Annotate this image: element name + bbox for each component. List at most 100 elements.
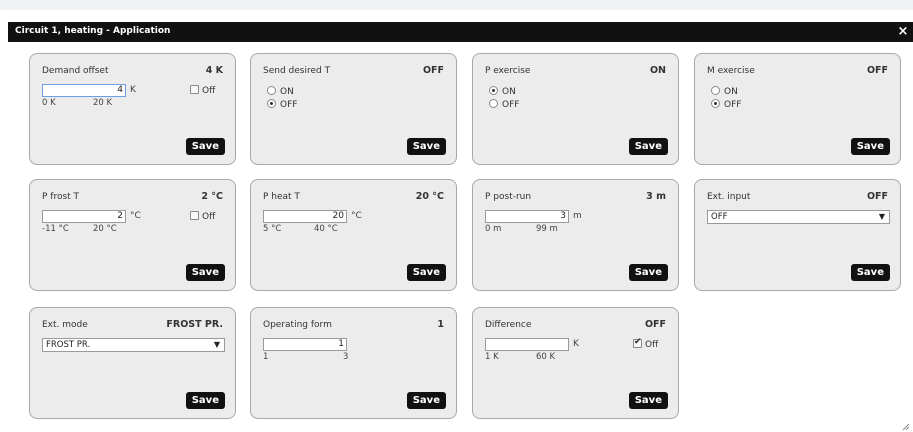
off-label: Off [202, 86, 216, 96]
radio-icon [711, 86, 720, 95]
card-title: Ext. mode [42, 320, 88, 330]
current-value: 3 m [646, 191, 666, 202]
card-title: Send desired T [263, 66, 331, 76]
demand-offset-input[interactable]: 4 [42, 84, 126, 97]
card-m-exercise: M exercise OFF ON OFF Save [694, 53, 901, 165]
current-value: 2 °C [201, 191, 223, 202]
card-operating-form: Operating form 1 1 1 3 Save [250, 307, 457, 419]
select-value: OFF [711, 212, 728, 222]
checkbox-icon [190, 85, 199, 94]
card-p-heat-t: P heat T 20 °C 20 °C 5 °C 40 °C Save [250, 179, 457, 291]
radio-icon [267, 99, 276, 108]
card-ext-mode: Ext. mode FROST PR. FROST PR. ▼ Save [29, 307, 236, 419]
max-label: 3 [343, 352, 349, 362]
difference-input[interactable] [485, 338, 569, 351]
p-frost-t-input[interactable]: 2 [42, 210, 126, 223]
card-p-exercise: P exercise ON ON OFF Save [472, 53, 679, 165]
max-label: 20 °C [93, 224, 117, 234]
save-button[interactable]: Save [406, 264, 446, 281]
card-title: Operating form [263, 320, 332, 330]
off-checkbox[interactable]: Off [190, 211, 215, 222]
min-label: -11 °C [42, 224, 69, 234]
radio-off[interactable]: OFF [489, 99, 519, 110]
current-value: ON [649, 65, 666, 76]
top-strip [0, 0, 913, 10]
unit-label: K [573, 339, 579, 349]
radio-label: OFF [724, 100, 742, 110]
radio-label: OFF [280, 100, 298, 110]
radio-label: OFF [502, 100, 520, 110]
card-p-frost-t: P frost T 2 °C 2 °C -11 °C 20 °C Off Sav… [29, 179, 236, 291]
current-value: OFF [422, 65, 444, 76]
dropdown-arrow-icon: ▼ [878, 212, 885, 221]
radio-icon [489, 99, 498, 108]
p-heat-t-input[interactable]: 20 [263, 210, 347, 223]
min-label: 1 [263, 352, 269, 362]
off-checkbox[interactable]: Off [633, 337, 659, 350]
dialog-titlebar: Circuit 1, heating - Application × [8, 22, 913, 42]
unit-label: °C [130, 211, 141, 221]
dialog-title: Circuit 1, heating - Application [15, 26, 171, 36]
card-demand-offset: Demand offset 4 K 4 K 0 K 20 K Off Save [29, 53, 236, 165]
save-button[interactable]: Save [406, 392, 446, 409]
checkbox-icon [190, 211, 199, 220]
card-title: Difference [485, 320, 532, 330]
off-checkbox[interactable]: Off [190, 85, 215, 96]
unit-label: °C [351, 211, 362, 221]
radio-on[interactable]: ON [711, 86, 738, 97]
current-value: FROST PR. [166, 319, 223, 330]
card-send-desired-t: Send desired T OFF ON OFF Save [250, 53, 457, 165]
current-value: 4 K [205, 65, 223, 76]
operating-form-input[interactable]: 1 [263, 338, 347, 351]
save-button[interactable]: Save [850, 138, 890, 155]
card-title: Demand offset [42, 66, 109, 76]
off-label: Off [645, 340, 659, 350]
max-label: 40 °C [314, 224, 338, 234]
save-button[interactable]: Save [406, 138, 446, 155]
select-value: FROST PR. [46, 340, 91, 350]
card-ext-input: Ext. input OFF OFF ▼ Save [694, 179, 901, 291]
current-value: 20 °C [415, 191, 444, 202]
card-title: P exercise [485, 66, 531, 76]
radio-off[interactable]: OFF [267, 99, 297, 110]
save-button[interactable]: Save [628, 264, 668, 281]
save-button[interactable]: Save [185, 264, 225, 281]
max-label: 99 m [536, 224, 558, 234]
checkbox-checked-icon [633, 337, 642, 348]
current-value: OFF [866, 65, 888, 76]
max-label: 60 K [536, 352, 556, 362]
card-p-post-run: P post-run 3 m 3 m 0 m 99 m Save [472, 179, 679, 291]
radio-icon [267, 86, 276, 95]
unit-label: m [573, 211, 582, 221]
min-label: 5 °C [263, 224, 282, 234]
close-icon[interactable]: × [895, 23, 911, 41]
max-label: 20 K [93, 98, 113, 108]
min-label: 0 K [42, 98, 56, 108]
ext-mode-select[interactable]: FROST PR. ▼ [42, 338, 225, 352]
card-title: P post-run [485, 192, 532, 202]
radio-on[interactable]: ON [267, 86, 294, 97]
current-value: OFF [644, 319, 666, 330]
save-button[interactable]: Save [850, 264, 890, 281]
save-button[interactable]: Save [628, 138, 668, 155]
unit-label: K [130, 85, 136, 95]
radio-off[interactable]: OFF [711, 99, 741, 110]
p-post-run-input[interactable]: 3 [485, 210, 569, 223]
radio-label: ON [502, 87, 516, 97]
save-button[interactable]: Save [628, 392, 668, 409]
resize-grip-icon[interactable] [901, 422, 909, 430]
radio-icon [489, 86, 498, 95]
application-dialog: Circuit 1, heating - Application × Deman… [8, 22, 913, 432]
card-difference: Difference OFF K 1 K 60 K Off Save [472, 307, 679, 419]
card-title: P frost T [42, 192, 80, 202]
off-label: Off [202, 212, 216, 222]
ext-input-select[interactable]: OFF ▼ [707, 210, 890, 224]
card-title: P heat T [263, 192, 300, 202]
save-button[interactable]: Save [185, 392, 225, 409]
radio-on[interactable]: ON [489, 86, 516, 97]
min-label: 0 m [485, 224, 502, 234]
dropdown-arrow-icon: ▼ [213, 340, 220, 349]
save-button[interactable]: Save [185, 138, 225, 155]
radio-label: ON [280, 87, 294, 97]
card-title: Ext. input [707, 192, 751, 202]
